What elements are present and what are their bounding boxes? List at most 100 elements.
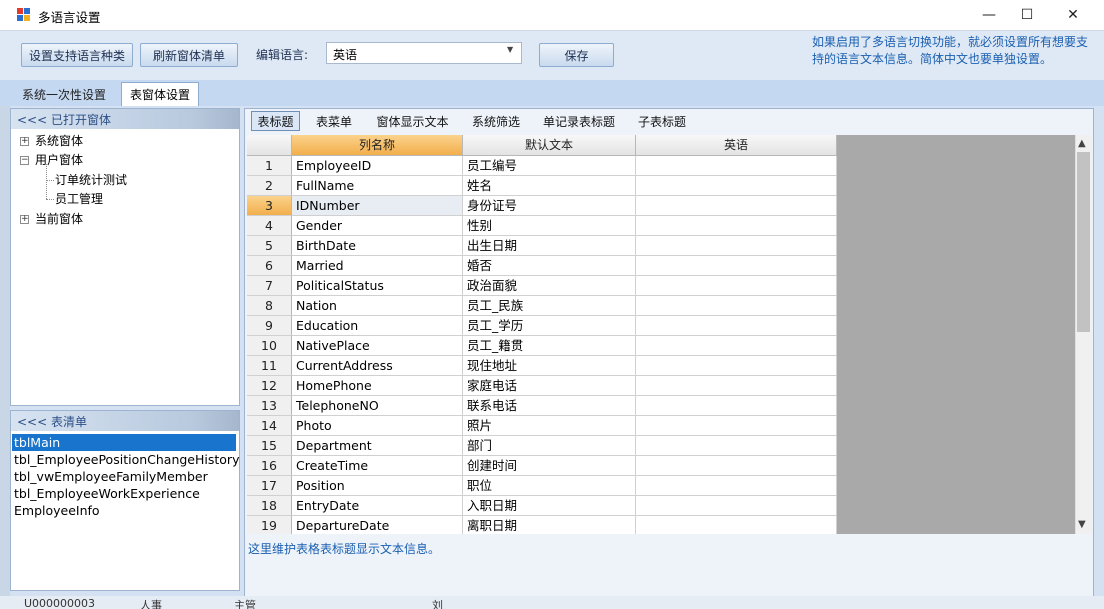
english-text-cell[interactable] xyxy=(636,216,837,236)
scroll-down-icon[interactable]: ▼ xyxy=(1078,519,1086,530)
row-number[interactable]: 8 xyxy=(247,296,292,316)
default-text-cell[interactable]: 创建时间 xyxy=(463,456,636,476)
edit-language-select[interactable]: 英语 xyxy=(326,42,522,64)
english-text-cell[interactable] xyxy=(636,236,837,256)
maximize-icon[interactable]: ☐ xyxy=(1004,0,1050,30)
row-number[interactable]: 4 xyxy=(247,216,292,236)
row-number[interactable]: 13 xyxy=(247,396,292,416)
column-name-cell[interactable]: HomePhone xyxy=(292,376,463,396)
row-number[interactable]: 16 xyxy=(247,456,292,476)
tab-table-form-settings[interactable]: 表窗体设置 xyxy=(121,82,199,106)
default-text-cell[interactable]: 婚否 xyxy=(463,256,636,276)
column-name-cell[interactable]: NativePlace xyxy=(292,336,463,356)
row-number[interactable]: 15 xyxy=(247,436,292,456)
sub-tab[interactable]: 表菜单 xyxy=(306,111,362,131)
english-text-cell[interactable] xyxy=(636,156,837,176)
set-languages-button[interactable]: 设置支持语言种类 xyxy=(21,43,133,67)
row-number[interactable]: 10 xyxy=(247,336,292,356)
english-text-cell[interactable] xyxy=(636,196,837,216)
table-row[interactable]: 14 Photo 照片 xyxy=(247,416,837,436)
title-bar[interactable] xyxy=(0,0,1104,30)
table-row[interactable]: 12 HomePhone 家庭电话 xyxy=(247,376,837,396)
row-number[interactable]: 12 xyxy=(247,376,292,396)
table-row[interactable]: 1 EmployeeID 员工编号 xyxy=(247,156,837,176)
table-row[interactable]: 13 TelephoneNO 联系电话 xyxy=(247,396,837,416)
default-text-cell[interactable]: 职位 xyxy=(463,476,636,496)
english-text-cell[interactable] xyxy=(636,516,837,534)
row-number[interactable]: 2 xyxy=(247,176,292,196)
table-row[interactable]: 19 DepartureDate 离职日期 xyxy=(247,516,837,534)
english-text-cell[interactable] xyxy=(636,496,837,516)
default-text-cell[interactable]: 政治面貌 xyxy=(463,276,636,296)
row-number[interactable]: 6 xyxy=(247,256,292,276)
row-number[interactable]: 1 xyxy=(247,156,292,176)
table-row[interactable]: 3 IDNumber 身份证号 xyxy=(247,196,837,216)
table-row[interactable]: 4 Gender 性别 xyxy=(247,216,837,236)
save-button[interactable]: 保存 xyxy=(539,43,614,67)
table-row[interactable]: 2 FullName 姓名 xyxy=(247,176,837,196)
default-text-cell[interactable]: 入职日期 xyxy=(463,496,636,516)
table-row[interactable]: 16 CreateTime 创建时间 xyxy=(247,456,837,476)
scrollbar-thumb[interactable] xyxy=(1077,152,1090,332)
tree-node-child[interactable]: 订单统计测试 xyxy=(55,171,127,189)
english-text-cell[interactable] xyxy=(636,276,837,296)
default-text-cell[interactable]: 身份证号 xyxy=(463,196,636,216)
table-list-item[interactable]: tbl_vwEmployeeFamilyMember xyxy=(12,468,236,485)
table-row[interactable]: 18 EntryDate 入职日期 xyxy=(247,496,837,516)
table-list-item[interactable]: EmployeeInfo xyxy=(12,502,236,519)
sub-tab[interactable]: 子表标题 xyxy=(630,111,694,131)
english-text-cell[interactable] xyxy=(636,256,837,276)
default-text-cell[interactable]: 部门 xyxy=(463,436,636,456)
tree-node[interactable]: 系统窗体 xyxy=(35,132,83,150)
row-number[interactable]: 18 xyxy=(247,496,292,516)
table-row[interactable]: 9 Education 员工_学历 xyxy=(247,316,837,336)
default-text-cell[interactable]: 员工_民族 xyxy=(463,296,636,316)
expand-icon[interactable]: + xyxy=(20,137,29,146)
column-name-cell[interactable]: CurrentAddress xyxy=(292,356,463,376)
table-list-item[interactable]: tblMain xyxy=(12,434,236,451)
sub-tab[interactable]: 窗体显示文本 xyxy=(367,111,458,131)
default-text-cell[interactable]: 员工_学历 xyxy=(463,316,636,336)
tree-node-child[interactable]: 员工管理 xyxy=(55,190,103,208)
default-text-cell[interactable]: 性别 xyxy=(463,216,636,236)
row-number[interactable]: 17 xyxy=(247,476,292,496)
row-number[interactable]: 9 xyxy=(247,316,292,336)
default-text-cell[interactable]: 照片 xyxy=(463,416,636,436)
english-text-cell[interactable] xyxy=(636,456,837,476)
column-header[interactable]: 列名称 xyxy=(292,135,463,156)
column-name-cell[interactable]: EntryDate xyxy=(292,496,463,516)
column-name-cell[interactable]: Nation xyxy=(292,296,463,316)
dropdown-arrow-icon[interactable]: ▼ xyxy=(507,45,513,54)
row-number[interactable]: 3 xyxy=(247,196,292,216)
row-number[interactable]: 7 xyxy=(247,276,292,296)
table-row[interactable]: 15 Department 部门 xyxy=(247,436,837,456)
table-row[interactable]: 5 BirthDate 出生日期 xyxy=(247,236,837,256)
tab-system-settings[interactable]: 系统一次性设置 xyxy=(14,82,114,106)
table-row[interactable]: 7 PoliticalStatus 政治面貌 xyxy=(247,276,837,296)
column-name-cell[interactable]: PoliticalStatus xyxy=(292,276,463,296)
column-name-cell[interactable]: BirthDate xyxy=(292,236,463,256)
english-text-cell[interactable] xyxy=(636,356,837,376)
column-name-cell[interactable]: IDNumber xyxy=(292,196,463,216)
english-text-cell[interactable] xyxy=(636,316,837,336)
table-row[interactable]: 6 Married 婚否 xyxy=(247,256,837,276)
table-list-item[interactable]: tbl_EmployeeWorkExperience xyxy=(12,485,236,502)
column-name-cell[interactable]: Department xyxy=(292,436,463,456)
column-name-cell[interactable]: Gender xyxy=(292,216,463,236)
close-icon[interactable]: ✕ xyxy=(1050,0,1096,30)
table-row[interactable]: 10 NativePlace 员工_籍贯 xyxy=(247,336,837,356)
default-text-cell[interactable]: 现住地址 xyxy=(463,356,636,376)
english-text-cell[interactable] xyxy=(636,296,837,316)
column-name-cell[interactable]: TelephoneNO xyxy=(292,396,463,416)
column-name-cell[interactable]: Education xyxy=(292,316,463,336)
column-name-cell[interactable]: Position xyxy=(292,476,463,496)
default-text-cell[interactable]: 出生日期 xyxy=(463,236,636,256)
english-text-cell[interactable] xyxy=(636,416,837,436)
column-header[interactable]: 默认文本 xyxy=(463,135,636,156)
row-number[interactable]: 11 xyxy=(247,356,292,376)
sub-tab[interactable]: 系统筛选 xyxy=(464,111,528,131)
collapse-icon[interactable]: − xyxy=(20,156,29,165)
english-text-cell[interactable] xyxy=(636,176,837,196)
default-text-cell[interactable]: 员工_籍贯 xyxy=(463,336,636,356)
table-row[interactable]: 8 Nation 员工_民族 xyxy=(247,296,837,316)
